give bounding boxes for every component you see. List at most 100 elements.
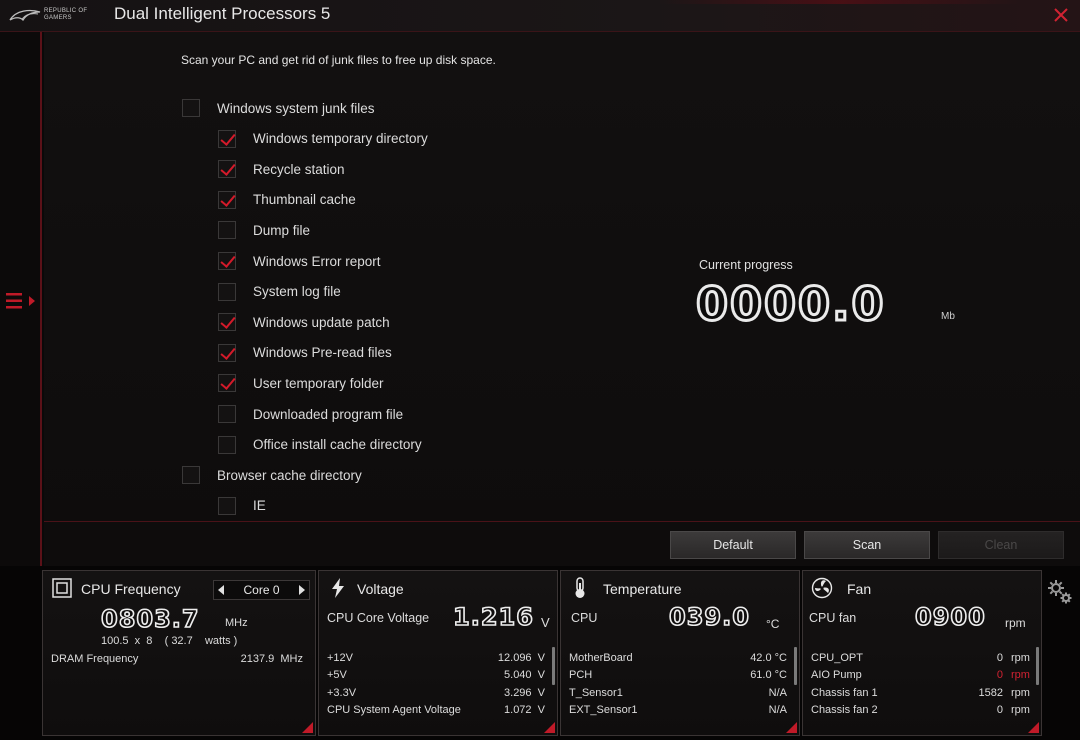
checkbox[interactable] — [218, 435, 236, 454]
cpu-fan-label: CPU fan — [809, 611, 857, 625]
sensor-value: 5.040 V — [504, 669, 545, 682]
cpu-temperature-unit: °C — [766, 617, 780, 631]
chevron-right-icon[interactable] — [299, 585, 305, 595]
checkbox[interactable] — [218, 160, 236, 179]
dram-frequency-value: 2137.9 MHz — [240, 653, 303, 665]
sensor-value: N/A — [768, 703, 787, 716]
checklist-item[interactable]: Thumbnail cache — [218, 189, 356, 211]
temperature-panel[interactable]: Temperature CPU 039.0 °C MotherBoard 42.0… — [560, 570, 800, 736]
checklist-item[interactable]: Windows update patch — [218, 311, 390, 333]
checklist-item-label: Browser cache directory — [217, 467, 362, 483]
checkbox[interactable] — [218, 313, 236, 332]
voltage-panel[interactable]: Voltage CPU Core Voltage 1.216 V +12V 12.… — [318, 570, 558, 736]
checkbox[interactable] — [182, 466, 200, 485]
intro-text: Scan your PC and get rid of junk files t… — [181, 53, 496, 67]
panel-corner-mark — [302, 722, 313, 733]
left-rail — [0, 32, 42, 566]
checkbox[interactable] — [218, 252, 236, 270]
progress-label: Current progress — [699, 258, 793, 272]
clean-button[interactable]: Clean — [938, 531, 1064, 559]
sensor-label: +5V — [327, 669, 347, 682]
fan-panel[interactable]: Fan CPU fan 0900 rpm CPU_OPT 0 rpm AIO Pump… — [802, 570, 1042, 736]
checkbox[interactable] — [218, 374, 236, 393]
default-button[interactable]: Default — [670, 531, 796, 559]
checklist-item-label: Office install cache directory — [253, 437, 422, 453]
checklist-item[interactable]: Browser cache directory — [182, 464, 362, 486]
checklist-item-label: Windows update patch — [253, 314, 390, 330]
sensor-value: 1582 — [978, 686, 1003, 699]
sensor-label: +12V — [327, 652, 353, 664]
checklist-item[interactable]: User temporary folder — [218, 372, 384, 394]
junk-cleaner-panel: Scan your PC and get rid of junk files t… — [44, 32, 1080, 566]
panel-corner-mark — [786, 722, 797, 733]
cpu-multiplier-line: 100.5 x 8 ( 32.7 watts ) — [101, 635, 238, 647]
scan-button[interactable]: Scan — [804, 531, 930, 559]
checklist-item-label: System log file — [253, 284, 341, 300]
checklist-item[interactable]: Dump file — [218, 219, 310, 241]
sensor-unit: rpm — [1011, 669, 1030, 682]
cpu-core-voltage-label: CPU Core Voltage — [327, 611, 430, 625]
scrollbar[interactable] — [552, 647, 555, 685]
checkbox[interactable] — [218, 405, 236, 423]
rog-eye-icon — [9, 9, 41, 22]
checklist-item-label: Downloaded program file — [253, 406, 404, 422]
checkbox[interactable] — [218, 282, 236, 301]
dram-frequency-label: DRAM Frequency — [51, 653, 139, 665]
progress-value: 0000.0 — [695, 276, 886, 333]
chevron-left-icon[interactable] — [218, 585, 224, 595]
checklist-item[interactable]: Windows Error report — [218, 250, 381, 272]
lightning-icon — [332, 578, 344, 598]
checkbox[interactable] — [218, 343, 236, 362]
panel-corner-mark — [544, 722, 555, 733]
core-selector[interactable]: Core 0 — [213, 580, 310, 600]
checkbox[interactable] — [218, 129, 236, 148]
cpu-core-voltage-unit: V — [541, 615, 550, 630]
sensor-value: N/A — [768, 686, 787, 699]
monitor-bar: CPU Frequency Core 0 0803.7 MHz 100.5 x … — [0, 566, 1080, 740]
sensor-value: 42.0 °C — [750, 652, 787, 664]
panel-title: Voltage — [357, 581, 404, 597]
checklist-item[interactable]: IE — [218, 495, 266, 517]
sensor-value: 1.072 V — [504, 703, 545, 716]
cpu-temperature-value: 039.0 — [668, 602, 750, 632]
checklist-item-label: Thumbnail cache — [253, 192, 356, 208]
checkbox[interactable] — [182, 99, 200, 117]
cpu-chip-icon — [52, 578, 72, 598]
sensor-label: AIO Pump — [811, 669, 862, 682]
checklist-item[interactable]: Office install cache directory — [218, 434, 422, 456]
scrollbar[interactable] — [794, 647, 797, 685]
thermometer-icon — [575, 577, 585, 598]
panel-title: CPU Frequency — [81, 581, 181, 597]
menu-expand-icon[interactable] — [6, 290, 38, 312]
gear-icon[interactable] — [1046, 578, 1074, 606]
checklist-item[interactable]: Downloaded program file — [218, 403, 403, 425]
sensor-label: MotherBoard — [569, 652, 633, 664]
sensor-label: Chassis fan 2 — [811, 703, 878, 716]
checklist-item[interactable]: Windows Pre-read files — [218, 342, 392, 364]
cpu-frequency-panel[interactable]: CPU Frequency Core 0 0803.7 MHz 100.5 x … — [42, 570, 316, 736]
close-icon[interactable] — [1050, 4, 1072, 26]
checklist-item-label: Windows Error report — [253, 253, 381, 269]
sensor-label: PCH — [569, 669, 593, 682]
checklist-item[interactable]: Windows system junk files — [182, 97, 375, 119]
sensor-unit: rpm — [1011, 652, 1030, 664]
cpu-fan-unit: rpm — [1005, 616, 1026, 630]
panel-title: Temperature — [603, 581, 682, 597]
scrollbar[interactable] — [1036, 647, 1039, 685]
checkbox[interactable] — [218, 190, 236, 209]
rog-logo: REPUBLIC OF GAMERS — [8, 5, 104, 27]
title-bar: REPUBLIC OF GAMERS Dual Intelligent Proc… — [0, 0, 1080, 32]
app-title: Dual Intelligent Processors 5 — [114, 4, 331, 23]
sensor-value: 0 — [996, 703, 1003, 716]
checklist-item[interactable]: Windows temporary directory — [218, 128, 428, 150]
checklist-item-label: Recycle station — [253, 161, 345, 177]
sensor-value: 3.296 V — [504, 686, 545, 699]
checklist-item-label: Dump file — [253, 222, 311, 238]
checklist-item[interactable]: Recycle station — [218, 158, 345, 180]
checkbox[interactable] — [218, 496, 236, 515]
sensor-label: CPU_OPT — [811, 652, 863, 664]
checkbox[interactable] — [218, 221, 236, 240]
sensor-label: CPU System Agent Voltage — [327, 703, 461, 716]
checklist-item[interactable]: System log file — [218, 281, 341, 303]
sensor-label: Chassis fan 1 — [811, 686, 878, 699]
